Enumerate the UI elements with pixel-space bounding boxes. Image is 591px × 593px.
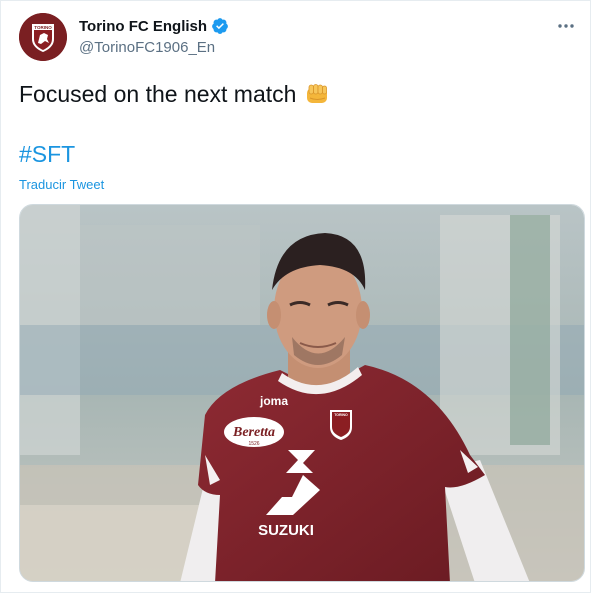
name-row: Torino FC English (79, 17, 229, 35)
oncoming-fist-icon (304, 82, 330, 108)
jersey-sponsor: Beretta (232, 425, 275, 440)
hashtag-link[interactable]: #SFT (19, 141, 75, 168)
player-photo: joma Beretta 1526 TORINO SUZUKI (20, 205, 584, 581)
avatar-crest-text: TORINO (34, 25, 52, 30)
jersey-sponsor-sub: 1526 (248, 441, 259, 447)
tweet-text-content: Focused on the next match (19, 81, 297, 107)
tweet-media-photo[interactable]: joma Beretta 1526 TORINO SUZUKI (19, 204, 585, 582)
jersey-main-sponsor: SUZUKI (258, 522, 314, 539)
display-name[interactable]: Torino FC English (79, 18, 207, 35)
verified-badge-icon (211, 17, 229, 35)
shirt-crest-text: TORINO (334, 413, 348, 417)
tweet-card: TORINO Torino FC English @TorinoFC1906_E… (0, 0, 591, 593)
jersey-brand-top: joma (259, 394, 288, 408)
tweet-text: Focused on the next match (19, 81, 330, 108)
club-crest-icon: TORINO (19, 13, 67, 61)
translate-tweet-link[interactable]: Traducir Tweet (19, 177, 104, 192)
more-options-icon[interactable] (554, 17, 578, 35)
avatar[interactable]: TORINO (19, 13, 67, 61)
account-handle[interactable]: @TorinoFC1906_En (79, 39, 215, 56)
